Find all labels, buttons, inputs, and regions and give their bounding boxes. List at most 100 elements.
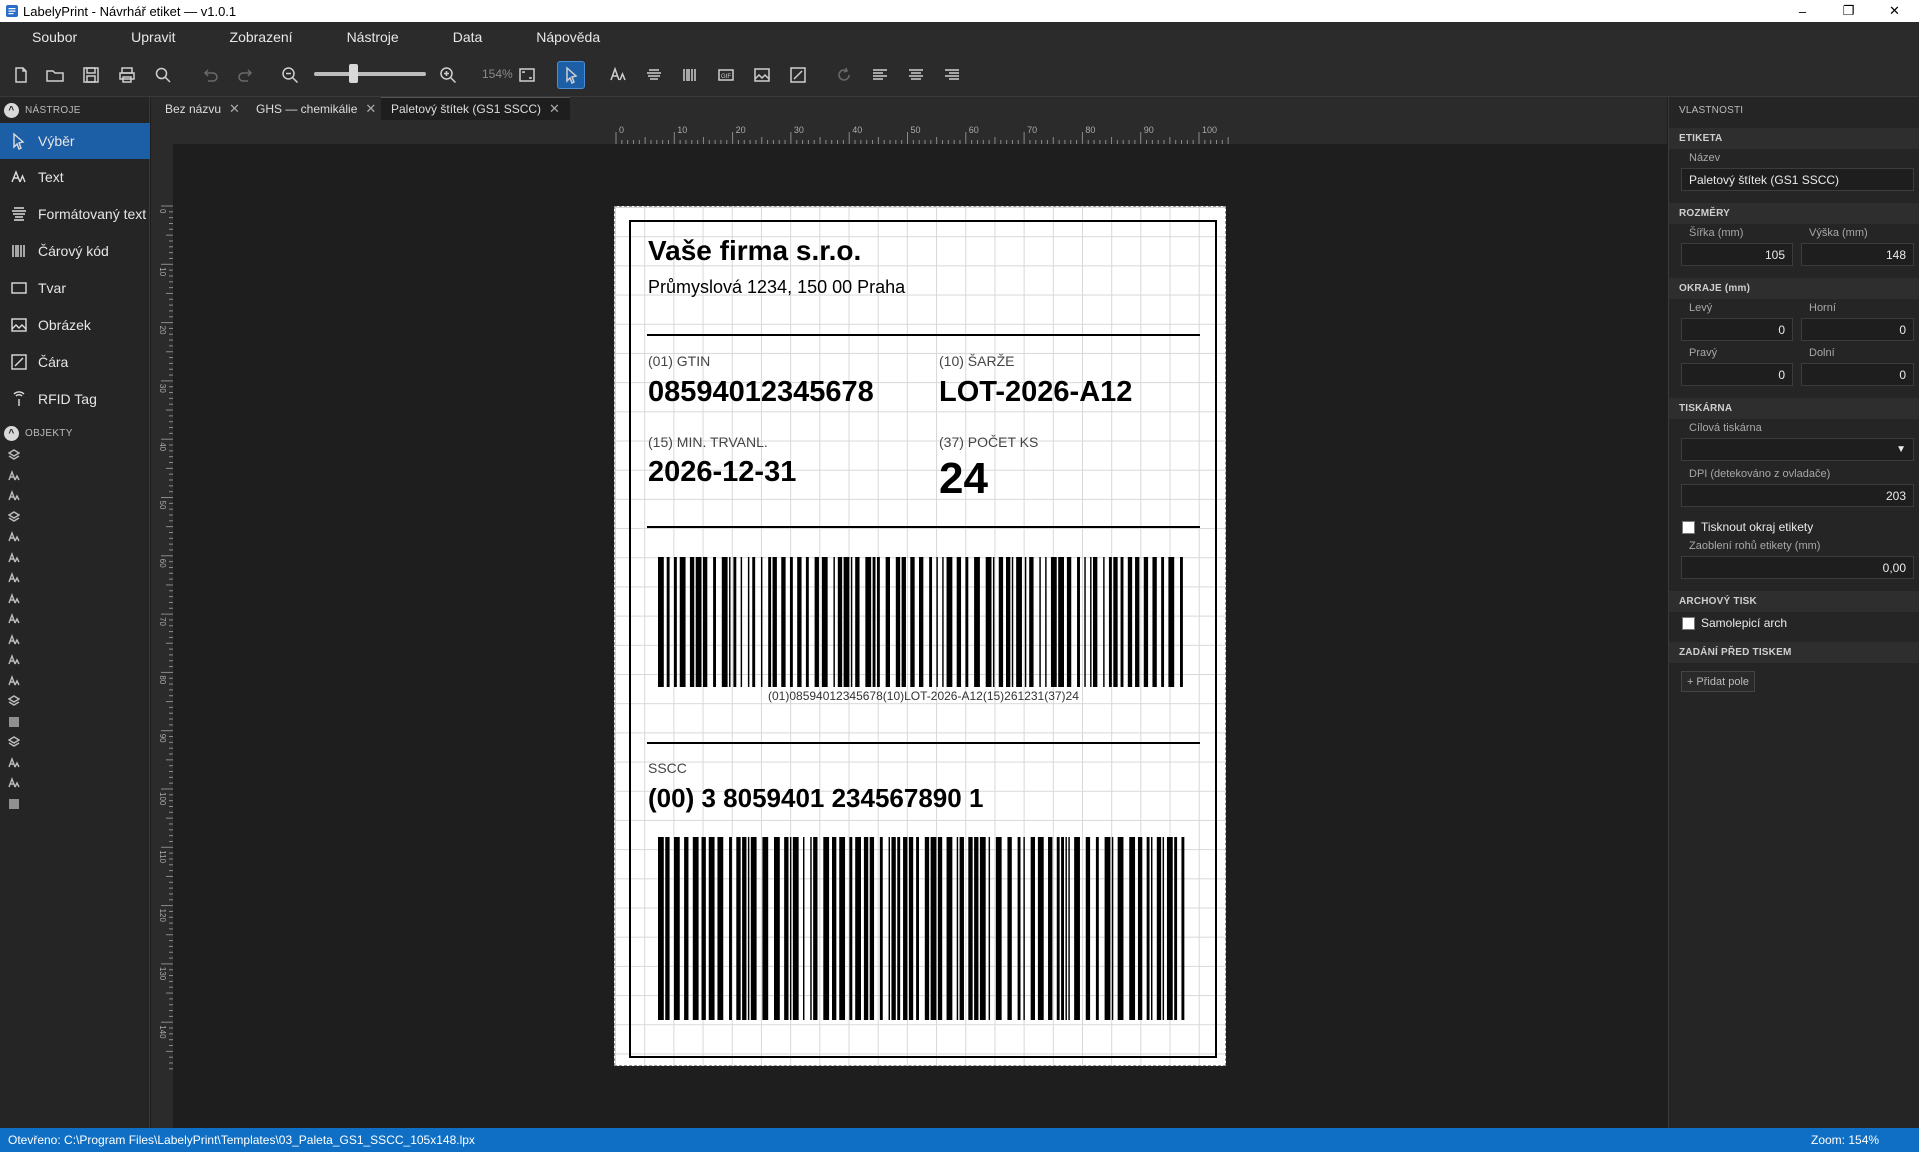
best-before-caption[interactable]: (15) MIN. TRVANL. (648, 434, 768, 450)
object-text-icon[interactable] (8, 654, 22, 668)
barcode-bar (1085, 837, 1091, 1020)
object-rich-text-icon[interactable] (7, 736, 22, 750)
save-icon[interactable] (78, 62, 104, 88)
barcode-hri-text[interactable]: (01)08594012345678(10)LOT-2026-A12(15)26… (768, 689, 1079, 703)
menu-napoveda[interactable]: Nápověda (504, 22, 622, 51)
tool-formatted-text[interactable]: Formátovaný text (0, 196, 150, 232)
align-center-icon[interactable] (903, 62, 929, 88)
width-field[interactable]: 105 (1681, 243, 1793, 266)
close-button[interactable]: ✕ (1872, 0, 1917, 22)
object-text-icon[interactable] (8, 756, 22, 771)
maximize-button[interactable]: ❐ (1826, 0, 1871, 22)
menu-soubor[interactable]: Soubor (0, 22, 99, 51)
menu-upravit[interactable]: Upravit (99, 22, 197, 51)
object-barcode-icon[interactable] (8, 798, 22, 812)
object-text-icon[interactable] (8, 551, 22, 566)
close-tab-icon[interactable]: ✕ (365, 101, 376, 117)
top-margin-field[interactable]: 0 (1801, 318, 1914, 341)
tools-section-header[interactable]: ^ NÁSTROJE (0, 99, 150, 121)
zoom-slider-track[interactable] (314, 72, 426, 76)
object-text-icon[interactable] (8, 490, 22, 504)
sscc-caption[interactable]: SSCC (648, 760, 687, 776)
close-tab-icon[interactable]: ✕ (229, 101, 240, 117)
object-text-icon[interactable] (8, 633, 22, 648)
company-address-text[interactable]: Průmyslová 1234, 150 00 Praha (648, 277, 905, 298)
tool-rfid[interactable]: RFID Tag (0, 381, 150, 417)
count-caption[interactable]: (37) POČET KS (939, 434, 1038, 450)
object-text-icon[interactable] (8, 674, 22, 689)
gtin-value[interactable]: 08594012345678 (648, 376, 874, 409)
rotate-icon[interactable] (831, 62, 857, 88)
redo-icon[interactable] (233, 62, 259, 88)
tool-barcode[interactable]: Čárový kód (0, 233, 150, 269)
object-rich-text-icon[interactable] (7, 510, 22, 525)
object-text-icon[interactable] (8, 469, 22, 484)
sscc-barcode[interactable] (656, 837, 1186, 1020)
align-left-icon[interactable] (867, 62, 893, 88)
object-rich-text-icon[interactable] (7, 449, 22, 463)
company-name-text[interactable]: Vaše firma s.r.o. (648, 235, 861, 267)
object-text-icon[interactable] (8, 572, 22, 586)
zoom-slider-thumb[interactable] (349, 64, 359, 83)
menu-nastroje[interactable]: Nástroje (315, 22, 421, 51)
minimize-button[interactable]: – (1780, 0, 1825, 22)
best-before-value[interactable]: 2026-12-31 (648, 456, 796, 489)
barcode-tool-icon[interactable] (677, 62, 703, 88)
right-margin-field[interactable]: 0 (1681, 363, 1793, 386)
batch-caption[interactable]: (10) ŠARŽE (939, 353, 1014, 369)
left-margin-field[interactable]: 0 (1681, 318, 1793, 341)
open-folder-icon[interactable] (42, 62, 68, 88)
sscc-value[interactable]: (00) 3 8059401 234567890 1 (648, 783, 983, 814)
barcode-bar (849, 837, 853, 1020)
print-border-checkbox[interactable] (1682, 521, 1695, 534)
menu-zobrazeni[interactable]: Zobrazení (198, 22, 315, 51)
image-tool-icon[interactable] (749, 62, 775, 88)
gtin-caption[interactable]: (01) GTIN (648, 353, 710, 369)
height-field[interactable]: 148 (1801, 243, 1914, 266)
zoom-in-icon[interactable] (435, 62, 461, 88)
tool-shape[interactable]: Tvar (0, 270, 150, 306)
fit-to-window-icon[interactable] (514, 62, 540, 88)
menu-data[interactable]: Data (421, 22, 505, 51)
batch-value[interactable]: LOT-2026-A12 (939, 376, 1132, 409)
shape-tool-icon[interactable]: GIF (713, 62, 739, 88)
undo-icon[interactable] (197, 62, 223, 88)
object-barcode-icon[interactable] (8, 716, 22, 730)
tool-line[interactable]: Čára (0, 344, 150, 380)
tab-ghs-chemikalie[interactable]: GHS — chemikálie ✕ (246, 97, 386, 120)
gs1-128-barcode[interactable] (656, 557, 1186, 687)
print-icon[interactable] (114, 62, 140, 88)
tool-vyber[interactable]: Výběr (0, 123, 150, 159)
count-value[interactable]: 24 (939, 454, 988, 504)
divider-line[interactable] (647, 526, 1200, 528)
tab-bez-nazvu[interactable]: Bez názvu ✕ (155, 97, 250, 120)
bottom-margin-field[interactable]: 0 (1801, 363, 1914, 386)
add-field-button[interactable]: + Přidat pole (1681, 671, 1755, 692)
object-text-icon[interactable] (8, 777, 22, 791)
target-printer-select[interactable]: ▼ (1681, 438, 1914, 461)
object-text-icon[interactable] (8, 592, 22, 607)
rich-text-tool-icon[interactable] (641, 62, 667, 88)
new-file-icon[interactable] (8, 62, 34, 88)
text-tool-icon[interactable] (605, 62, 631, 88)
object-text-icon[interactable] (8, 613, 22, 627)
sticker-sheet-checkbox[interactable] (1682, 617, 1695, 630)
object-rich-text-icon[interactable] (7, 695, 22, 709)
zoom-out-icon[interactable] (277, 62, 303, 88)
name-field[interactable]: Paletový štítek (GS1 SSCC) (1681, 168, 1914, 191)
line-tool-icon[interactable] (785, 62, 811, 88)
align-right-icon[interactable] (939, 62, 965, 88)
barcode-bar (872, 557, 876, 687)
divider-line[interactable] (647, 334, 1200, 336)
objects-section-header[interactable]: ^ OBJEKTY (0, 422, 150, 444)
tool-image[interactable]: Obrázek (0, 307, 150, 343)
object-text-icon[interactable] (8, 531, 22, 545)
divider-line[interactable] (647, 742, 1200, 744)
tool-text[interactable]: Text (0, 159, 150, 195)
corner-radius-field[interactable]: 0,00 (1681, 556, 1914, 579)
tab-paletovy-stitek[interactable]: Paletový štítek (GS1 SSCC) ✕ (381, 97, 570, 120)
close-tab-icon[interactable]: ✕ (549, 101, 560, 117)
select-tool-icon[interactable] (557, 61, 585, 89)
dpi-field[interactable]: 203 (1681, 484, 1914, 507)
print-preview-icon[interactable] (150, 62, 176, 88)
